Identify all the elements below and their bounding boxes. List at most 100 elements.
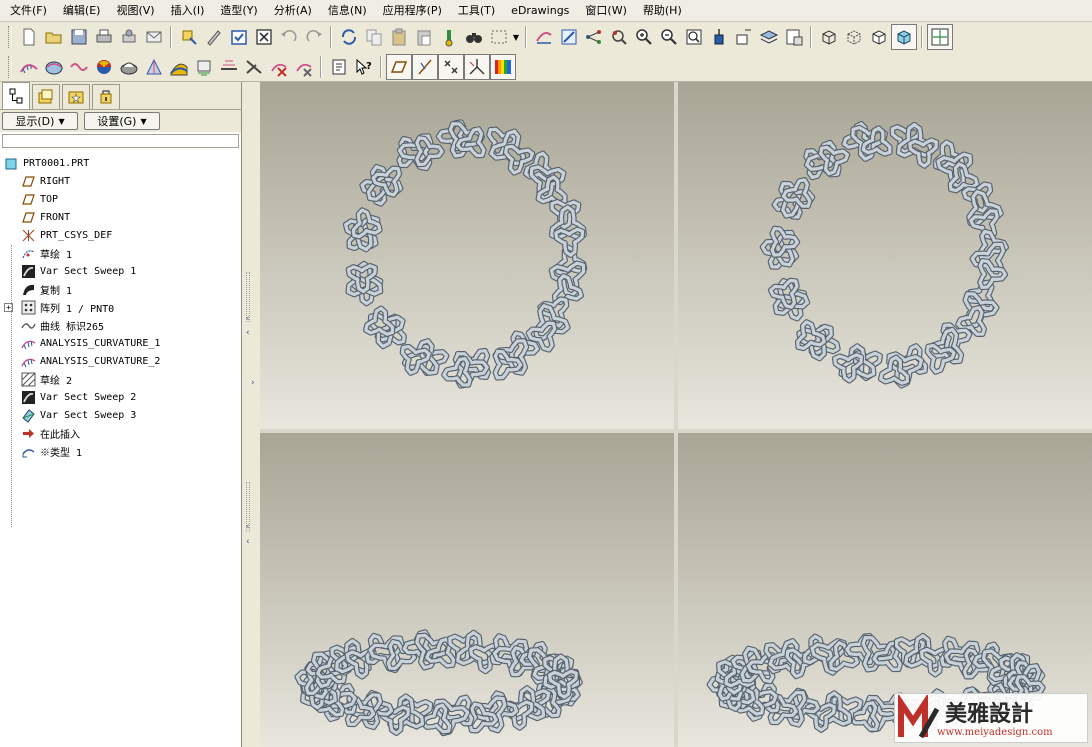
slope-button[interactable] — [166, 54, 191, 79]
tree-item[interactable]: 草绘 1 — [0, 244, 241, 262]
tree-item[interactable]: 曲线 标识265 — [0, 316, 241, 334]
settings-dropdown-button[interactable]: 设置(G) ▼ — [84, 112, 160, 130]
paste-special-button[interactable] — [411, 25, 436, 50]
help-pointer-button[interactable]: ? — [351, 54, 376, 79]
tree-item[interactable]: FRONT — [0, 208, 241, 226]
zoom-out-button[interactable] — [656, 25, 681, 50]
save-button[interactable] — [66, 25, 91, 50]
annotation-button[interactable] — [731, 25, 756, 50]
tree-item[interactable]: 草绘 2 — [0, 370, 241, 388]
collapse-arrow-icon[interactable]: ‹ — [246, 314, 250, 324]
refit-button[interactable] — [681, 25, 706, 50]
tree-item[interactable]: TOP — [0, 190, 241, 208]
curvature-button[interactable] — [16, 54, 41, 79]
tab-favorites[interactable] — [62, 84, 90, 109]
menu-item-1[interactable]: 编辑(E) — [55, 0, 109, 22]
repaint-button[interactable] — [336, 25, 361, 50]
menu-item-10[interactable]: 窗口(W) — [577, 0, 634, 22]
toolbar-grip[interactable] — [8, 26, 12, 48]
hidden-line-button[interactable] — [841, 25, 866, 50]
tree-item[interactable]: 复制 1 — [0, 280, 241, 298]
tree-item[interactable]: Var Sect Sweep 1 — [0, 262, 241, 280]
zoom-in-button[interactable] — [631, 25, 656, 50]
section-curvature-button[interactable] — [66, 54, 91, 79]
menu-item-5[interactable]: 分析(A) — [266, 0, 320, 22]
menu-item-3[interactable]: 插入(I) — [163, 0, 213, 22]
layers-button[interactable] — [756, 25, 781, 50]
wireframe-button[interactable] — [816, 25, 841, 50]
model-info-button[interactable] — [326, 54, 351, 79]
menu-item-9[interactable]: eDrawings — [503, 0, 577, 22]
collapse-arrow-icon[interactable]: ‹ — [246, 537, 250, 547]
email-button[interactable] — [141, 25, 166, 50]
view-list-button[interactable] — [781, 25, 806, 50]
tree-item[interactable]: PRT_CSYS_DEF — [0, 226, 241, 244]
menu-item-8[interactable]: 工具(T) — [450, 0, 503, 22]
undo-button[interactable] — [276, 25, 301, 50]
tree-item[interactable]: ANALYSIS_CURVATURE_1 — [0, 334, 241, 352]
orient-button[interactable] — [581, 25, 606, 50]
edit-definition-button[interactable] — [201, 25, 226, 50]
menu-item-2[interactable]: 视图(V) — [108, 0, 162, 22]
coordinate-systems-button[interactable] — [464, 53, 490, 80]
datum-planes-button[interactable] — [386, 53, 412, 80]
shaded-curvature-button[interactable] — [41, 54, 66, 79]
collapse-arrow-icon[interactable]: ‹ — [246, 522, 250, 532]
reflection-button[interactable] — [191, 54, 216, 79]
tree-item[interactable]: + 阵列 1 / PNT0 — [0, 298, 241, 316]
tab-connections[interactable] — [92, 84, 120, 109]
panel-splitter[interactable]: ‹ ‹ › ‹ ‹ — [242, 82, 260, 747]
dihedral-button[interactable] — [241, 54, 266, 79]
tree-item[interactable]: RIGHT — [0, 172, 241, 190]
tree-item[interactable]: Var Sect Sweep 3 — [0, 406, 241, 424]
close-window-button[interactable] — [251, 25, 276, 50]
tree-item[interactable]: 在此插入 — [0, 424, 241, 442]
toolbar-grip[interactable] — [8, 55, 12, 78]
expand-arrow-icon[interactable]: › — [251, 378, 255, 388]
tree-item[interactable]: Var Sect Sweep 2 — [0, 388, 241, 406]
model-print-button[interactable] — [116, 25, 141, 50]
paste-button[interactable] — [386, 25, 411, 50]
viewport-bottom-left[interactable] — [260, 433, 674, 747]
menu-item-11[interactable]: 帮助(H) — [635, 0, 690, 22]
color-spectrum-button[interactable] — [490, 53, 516, 80]
tree-filter-field[interactable] — [2, 134, 239, 148]
model-player-button[interactable] — [436, 25, 461, 50]
spin-center-button[interactable] — [556, 25, 581, 50]
grid-button[interactable] — [927, 24, 953, 50]
menu-item-4[interactable]: 造型(Y) — [212, 0, 265, 22]
copy-button[interactable] — [361, 25, 386, 50]
box-select-button[interactable] — [486, 25, 511, 50]
deviation-button[interactable] — [141, 54, 166, 79]
tree-item[interactable]: ANALYSIS_CURVATURE_2 — [0, 352, 241, 370]
tab-folder-browser[interactable] — [32, 84, 60, 109]
hide-analysis-button[interactable] — [291, 54, 316, 79]
shading-button[interactable] — [891, 24, 917, 50]
menu-item-7[interactable]: 应用程序(P) — [375, 0, 450, 22]
tab-model-tree[interactable] — [2, 82, 30, 109]
binoculars-button[interactable] — [461, 25, 486, 50]
select-checkbox-button[interactable] — [226, 25, 251, 50]
viewport-top-right[interactable] — [678, 82, 1092, 429]
draft-button[interactable] — [116, 54, 141, 79]
print-button[interactable] — [91, 25, 116, 50]
tree-root-item[interactable]: PRT0001.PRT — [0, 154, 241, 172]
collapse-arrow-icon[interactable]: ‹ — [246, 328, 250, 338]
color-map-button[interactable] — [91, 54, 116, 79]
tree-item[interactable]: ※类型 1 — [0, 442, 241, 460]
view-manager-button[interactable] — [606, 25, 631, 50]
new-file-button[interactable] — [16, 25, 41, 50]
open-folder-button[interactable] — [41, 25, 66, 50]
display-dropdown-button[interactable]: 显示(D) ▼ — [2, 112, 78, 130]
datum-axes-button[interactable] — [412, 53, 438, 80]
viewport-top-left[interactable] — [260, 82, 674, 429]
graphics-area[interactable] — [260, 82, 1092, 747]
redo-button[interactable] — [301, 25, 326, 50]
menu-item-6[interactable]: 信息(N) — [320, 0, 375, 22]
regenerate-button[interactable] — [176, 25, 201, 50]
chevron-down-icon[interactable]: ▼ — [511, 25, 521, 50]
no-hidden-button[interactable] — [866, 25, 891, 50]
delete-analysis-button[interactable] — [266, 54, 291, 79]
datum-display-button[interactable] — [531, 25, 556, 50]
datum-points-button[interactable] — [438, 53, 464, 80]
